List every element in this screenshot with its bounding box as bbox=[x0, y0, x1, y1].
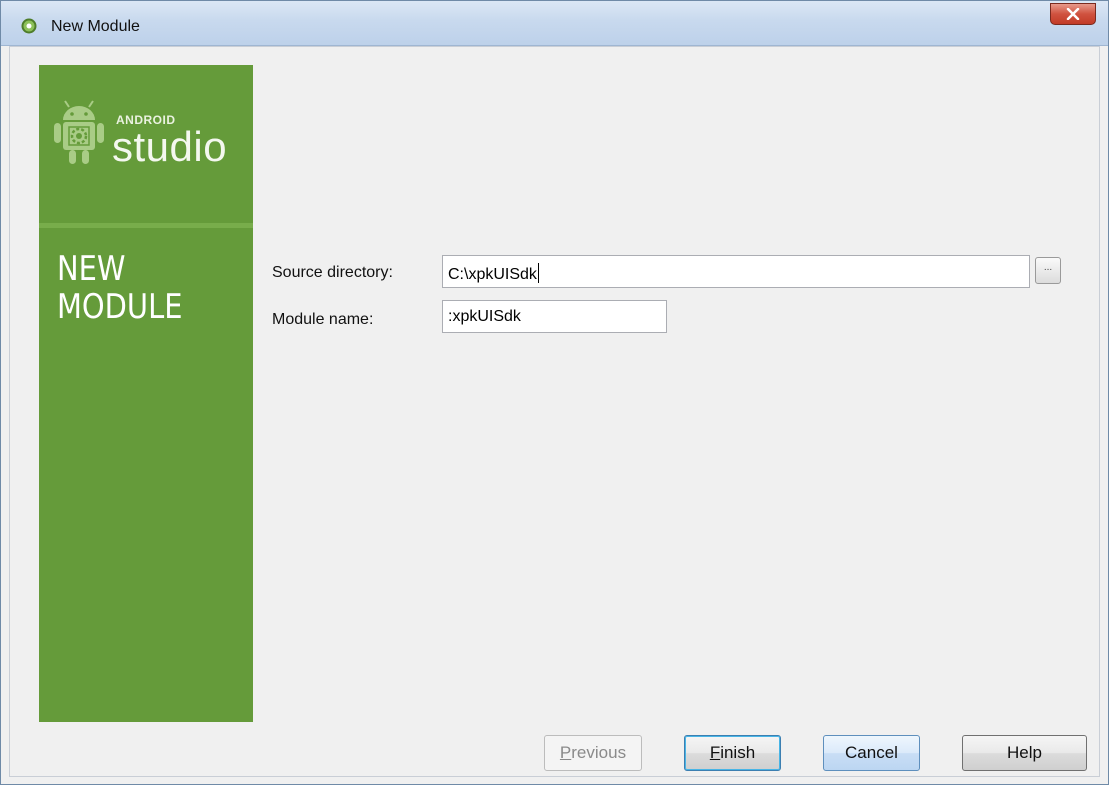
source-directory-input[interactable]: C:\xpkUISdk bbox=[442, 255, 1030, 288]
close-button[interactable] bbox=[1050, 3, 1096, 25]
browse-button[interactable]: ... bbox=[1035, 257, 1061, 284]
module-name-value: :xpkUISdk bbox=[448, 308, 521, 325]
wizard-sidebar: ANDROID studio NEW MODULE bbox=[39, 65, 253, 722]
source-directory-label: Source directory: bbox=[272, 264, 393, 281]
source-directory-value: C:\xpkUISdk bbox=[448, 266, 537, 283]
new-module-dialog: New Module ANDROID studio NEW MODULE Sou… bbox=[0, 0, 1109, 785]
title-bar[interactable]: New Module bbox=[1, 1, 1108, 46]
cancel-button[interactable]: Cancel bbox=[823, 735, 920, 771]
android-studio-icon bbox=[21, 18, 37, 34]
wizard-heading: NEW MODULE bbox=[57, 250, 219, 326]
logo-divider bbox=[39, 223, 253, 228]
wizard-heading-line2: MODULE bbox=[57, 287, 183, 327]
previous-mnemonic: P bbox=[559, 743, 572, 762]
text-caret bbox=[537, 263, 539, 283]
logo-studio-text: studio bbox=[112, 123, 228, 170]
wizard-heading-line1: NEW bbox=[57, 249, 126, 289]
finish-label: inish bbox=[720, 743, 756, 762]
android-robot-icon bbox=[54, 100, 104, 164]
previous-label: revious bbox=[571, 743, 627, 762]
previous-button[interactable]: Previous bbox=[544, 735, 642, 771]
dialog-content: ANDROID studio NEW MODULE Source directo… bbox=[9, 46, 1100, 777]
module-name-input[interactable]: :xpkUISdk bbox=[442, 300, 667, 333]
finish-button[interactable]: Finish bbox=[684, 735, 781, 771]
module-name-label: Module name: bbox=[272, 311, 374, 328]
finish-mnemonic: F bbox=[709, 743, 721, 762]
close-icon bbox=[1066, 8, 1080, 20]
android-studio-logo: ANDROID studio bbox=[39, 65, 253, 222]
window-title: New Module bbox=[51, 18, 140, 35]
help-button[interactable]: Help bbox=[962, 735, 1087, 771]
